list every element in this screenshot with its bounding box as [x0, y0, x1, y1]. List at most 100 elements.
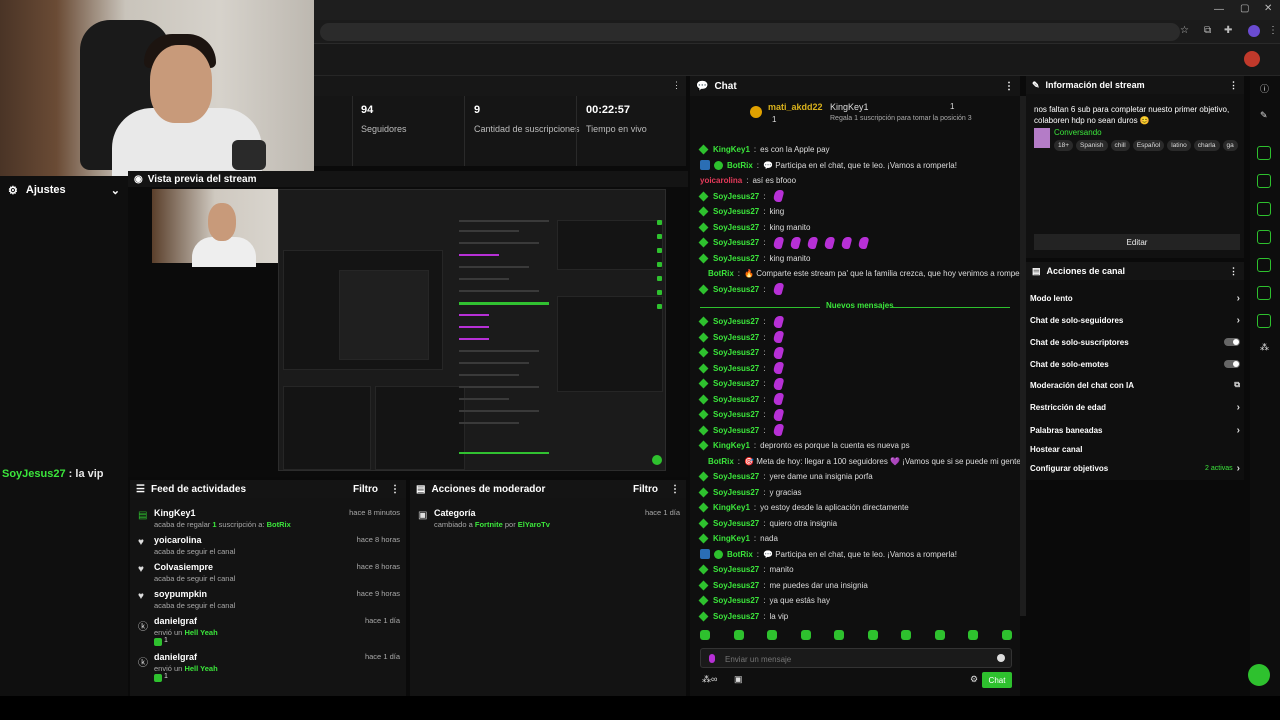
action-followers-only[interactable]: Chat de solo-seguidores ›	[1030, 313, 1240, 327]
chat-username[interactable]: BotRix	[727, 550, 753, 559]
emoji-icon[interactable]	[997, 654, 1005, 662]
microphone-icon[interactable]	[709, 654, 715, 663]
document-icon[interactable]	[1257, 202, 1271, 216]
actions-more-icon[interactable]: ⋮	[1229, 266, 1238, 277]
gift-icon[interactable]: ▣	[734, 674, 743, 685]
chat-username[interactable]: BotRix	[708, 457, 734, 466]
chat-message[interactable]: SoyJesus27: ya que estás hay	[698, 593, 1015, 608]
emote-icon[interactable]	[934, 630, 945, 640]
chat-bubble-icon[interactable]	[1257, 230, 1271, 244]
server-icon[interactable]	[1257, 286, 1271, 300]
chat-message[interactable]: SoyJesus27:	[698, 282, 1015, 297]
emote-icon[interactable]	[767, 630, 778, 640]
chat-message[interactable]: SoyJesus27:	[698, 189, 1015, 204]
screen-icon[interactable]	[1257, 146, 1271, 160]
chat-username[interactable]: KingKey1	[713, 534, 750, 543]
action-configure-goals[interactable]: Configurar objetivos 2 activas ›	[1030, 461, 1240, 475]
lightning-icon[interactable]	[1257, 174, 1271, 188]
chat-message[interactable]: SoyJesus27: y gracias	[698, 485, 1015, 500]
extension-icon[interactable]: ⧉	[1204, 25, 1211, 36]
close-icon[interactable]: ✕	[1264, 3, 1272, 14]
info-circle-icon[interactable]: ⓘ	[1260, 82, 1269, 95]
toggle[interactable]	[1224, 338, 1240, 346]
chat-username[interactable]: SoyJesus27	[713, 348, 759, 357]
toggle[interactable]	[1224, 360, 1240, 368]
chat-message[interactable]: SoyJesus27: yere dame una insignia porfa	[698, 469, 1015, 484]
chat-message[interactable]: KingKey1: depronto es porque la cuenta es…	[698, 438, 1015, 453]
puzzle-icon[interactable]: ✚	[1224, 25, 1232, 36]
chat-message[interactable]: SoyJesus27: king manito	[698, 251, 1015, 266]
menu-dots-icon[interactable]: ⋮	[1268, 25, 1278, 36]
chat-username[interactable]: SoyJesus27	[713, 254, 759, 263]
chat-username[interactable]: yoicarolina	[700, 176, 742, 185]
chat-message[interactable]: SoyJesus27: la vip	[698, 609, 1015, 624]
feed-item[interactable]: ▤ KingKey1 acaba de regalar 1 suscripció…	[138, 508, 400, 534]
chat-message[interactable]: SoyJesus27:	[698, 376, 1015, 391]
stream-preview[interactable]	[128, 187, 688, 477]
chat-message[interactable]: SoyJesus27: quiero otra insignia	[698, 516, 1015, 531]
feed-item[interactable]: ⓚ danielgraf envió un Hell Yeah hace 1 d…	[138, 652, 400, 686]
chat-username[interactable]: SoyJesus27	[713, 192, 759, 201]
chat-message[interactable]: BotRix: 🔥 Comparte este stream pa' que la…	[700, 266, 1041, 281]
chat-username[interactable]: SoyJesus27	[713, 238, 759, 247]
avatar[interactable]	[1244, 51, 1260, 67]
category-name[interactable]: Conversando	[1054, 128, 1102, 137]
chat-message[interactable]: SoyJesus27:	[698, 314, 1015, 329]
action-age-restriction[interactable]: Restricción de edad ›	[1030, 400, 1240, 414]
chat-username[interactable]: SoyJesus27	[713, 488, 759, 497]
chat-username[interactable]: SoyJesus27	[713, 364, 759, 373]
feed-item[interactable]: ⓚ danielgraf envió un Hell Yeah hace 1 d…	[138, 616, 400, 650]
chat-username[interactable]: SoyJesus27	[713, 285, 759, 294]
chat-username[interactable]: SoyJesus27	[713, 596, 759, 605]
chat-message[interactable]: SoyJesus27: king	[698, 204, 1015, 219]
chat-message[interactable]: KingKey1: es con la Apple pay	[698, 142, 1015, 157]
emote-icon[interactable]	[800, 630, 811, 640]
chat-username[interactable]: KingKey1	[713, 441, 750, 450]
chat-message[interactable]: KingKey1: yo estoy desde la aplicación di…	[698, 500, 1015, 515]
mod-more-icon[interactable]: ⋮	[670, 484, 680, 495]
emote-icon[interactable]	[968, 630, 979, 640]
action-emotes-only[interactable]: Chat de solo-emotes	[1030, 357, 1240, 371]
chat-message[interactable]: SoyJesus27:	[698, 361, 1015, 376]
action-ai-moderation[interactable]: Moderación del chat con IA ⧉	[1030, 378, 1240, 392]
chat-message[interactable]: yoicarolina: así es bfooo	[700, 173, 1015, 188]
chat-username[interactable]: SoyJesus27	[713, 426, 759, 435]
edit-button[interactable]: Editar	[1034, 234, 1240, 250]
action-banned-words[interactable]: Palabras baneadas ›	[1030, 423, 1240, 437]
mod-item[interactable]: ▣ Categoría cambiado a Fortnite por ElYa…	[418, 508, 680, 534]
settings-toggle[interactable]: ⚙ Ajustes ⌄	[0, 180, 128, 200]
action-subs-only[interactable]: Chat de solo-suscriptores	[1030, 335, 1240, 349]
chat-message[interactable]: KingKey1: nada	[698, 531, 1015, 546]
url-field[interactable]	[320, 23, 1180, 41]
emote-icon[interactable]	[700, 630, 710, 640]
chat-message[interactable]: SoyJesus27: king manito	[698, 220, 1015, 235]
chat-username[interactable]: SoyJesus27	[713, 519, 759, 528]
chat-message[interactable]: SoyJesus27:	[698, 392, 1015, 407]
chat-username[interactable]: KingKey1	[713, 503, 750, 512]
chat-message[interactable]: SoyJesus27:	[698, 423, 1015, 438]
chat-message[interactable]: BotRix: 💬 Participa en el chat, que te le…	[700, 547, 1015, 562]
chat-username[interactable]: SoyJesus27	[713, 472, 759, 481]
feed-item[interactable]: ♥ Colvasiempre acaba de seguir el canal …	[138, 562, 400, 588]
emote-icon[interactable]	[867, 630, 878, 640]
chat-message[interactable]: SoyJesus27:	[698, 330, 1015, 345]
chat-message[interactable]: SoyJesus27:	[698, 407, 1015, 422]
info-more-icon[interactable]: ⋮	[1229, 80, 1238, 91]
action-host-channel[interactable]: Hostear canal	[1030, 442, 1240, 456]
chat-username[interactable]: SoyJesus27	[713, 333, 759, 342]
profile-icon[interactable]	[1248, 25, 1260, 37]
chat-username[interactable]: SoyJesus27	[713, 317, 759, 326]
emote-icon[interactable]	[901, 630, 912, 640]
chat-username[interactable]: SoyJesus27	[713, 223, 759, 232]
feed-more-icon[interactable]: ⋮	[390, 484, 400, 495]
infinity-icon[interactable]: ⁂∞	[702, 674, 717, 685]
chat-username[interactable]: BotRix	[727, 161, 753, 170]
emote-icon[interactable]	[1001, 630, 1012, 640]
chat-username[interactable]: SoyJesus27	[713, 379, 759, 388]
minimize-icon[interactable]: —	[1214, 4, 1224, 15]
feed-filter-button[interactable]: Filtro	[353, 484, 378, 495]
chat-message[interactable]: SoyJesus27:	[698, 235, 1015, 250]
users-icon[interactable]: ⁂	[1260, 342, 1269, 353]
more-icon[interactable]: ⋮	[672, 80, 681, 91]
action-slow-mode[interactable]: Modo lento ›	[1030, 291, 1240, 305]
